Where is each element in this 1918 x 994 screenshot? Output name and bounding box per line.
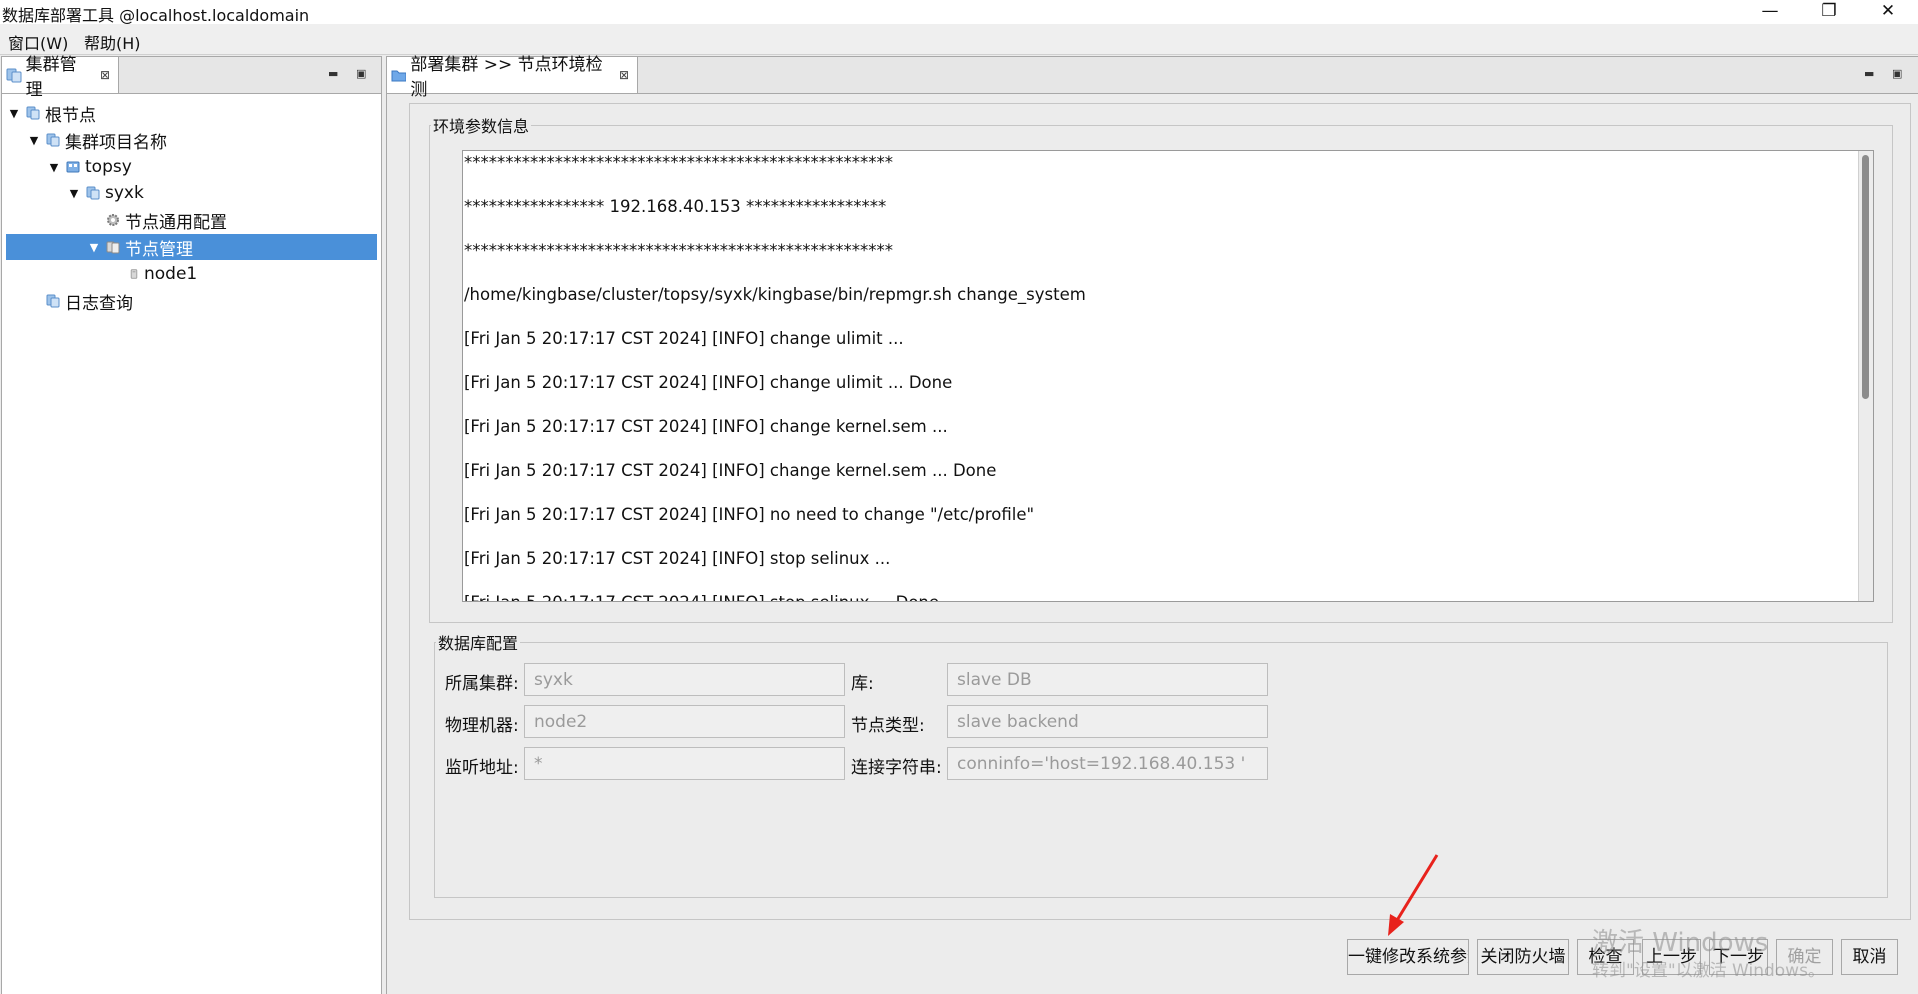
maximize-view-icon[interactable]: ▣	[1892, 67, 1902, 80]
log-line: ***************** 192.168.40.153 *******…	[464, 197, 887, 216]
node-type-label: 节点类型:	[851, 716, 925, 736]
cluster-icon	[46, 294, 60, 308]
log-line: ****************************************…	[464, 153, 893, 172]
tree-item-label: node1	[144, 264, 198, 284]
maximize-view-icon[interactable]: ▣	[356, 67, 366, 80]
listen-address-field[interactable]	[524, 747, 845, 780]
tab-cluster-management[interactable]: 集群管理 ⊠	[2, 55, 119, 100]
window-title-bar: 数据库部署工具 @localhost.localdomain — ❐ ✕	[0, 0, 1918, 25]
menu-help[interactable]: 帮助(H)	[84, 30, 141, 54]
cluster-icon	[26, 106, 40, 120]
right-tab-strip: 部署集群 >> 节点环境检测 ⊠ ▬ ▣	[387, 55, 1918, 100]
tree-item-common-config[interactable]: 节点通用配置	[6, 207, 377, 233]
expand-arrow-icon[interactable]: ▼	[26, 134, 42, 147]
cluster-icon	[6, 68, 22, 83]
env-log-textarea[interactable]: ****************************************…	[462, 150, 1874, 602]
tree-item-label: 节点通用配置	[125, 212, 227, 233]
tree-item-log-query[interactable]: 日志查询	[6, 288, 377, 314]
project-icon	[66, 161, 80, 173]
close-window-button[interactable]: ✕	[1868, 0, 1908, 24]
left-tab-strip: 集群管理 ⊠ ▬ ▣	[2, 55, 381, 100]
expand-arrow-icon[interactable]: ▼	[86, 241, 102, 254]
tree-item-label: 节点管理	[125, 239, 193, 260]
tree-item-label: syxk	[105, 183, 144, 203]
log-line: [Fri Jan 5 20:17:17 CST 2024] [INFO] cha…	[464, 329, 904, 348]
log-line: [Fri Jan 5 20:17:17 CST 2024] [INFO] sto…	[464, 549, 891, 568]
conn-string-field[interactable]	[947, 747, 1268, 780]
tree-item-label: 集群项目名称	[65, 132, 167, 153]
nodes-icon	[106, 241, 120, 254]
conn-string-label: 连接字符串:	[851, 758, 942, 778]
restore-button[interactable]: ❐	[1809, 0, 1849, 24]
minimize-view-icon[interactable]: ▬	[328, 67, 338, 80]
env-params-legend: 环境参数信息	[433, 117, 530, 136]
close-firewall-button[interactable]: 关闭防火墙	[1477, 939, 1569, 975]
log-line: /home/kingbase/cluster/topsy/syxk/kingba…	[464, 285, 1086, 304]
red-arrow-annotation	[1388, 854, 1439, 936]
minimize-button[interactable]: —	[1750, 0, 1790, 24]
cluster-tree: ▼ 根节点 ▼ 集群项目名称 ▼ topsy ▼ syxk 节点通用配置 ▼ 节…	[2, 94, 381, 994]
modify-system-params-button[interactable]: 一键修改系统参数	[1347, 939, 1469, 975]
db-config-legend: 数据库配置	[438, 634, 519, 653]
tree-item-syxk[interactable]: ▼ syxk	[6, 180, 377, 206]
folder-icon	[391, 70, 407, 82]
expand-arrow-icon[interactable]: ▼	[46, 161, 62, 174]
minimize-view-icon[interactable]: ▬	[1864, 67, 1874, 80]
tree-item-topsy[interactable]: ▼ topsy	[6, 154, 377, 180]
close-tab-icon[interactable]: ⊠	[100, 68, 110, 82]
tree-item-project[interactable]: ▼ 集群项目名称	[6, 127, 377, 153]
log-scrollbar[interactable]	[1858, 151, 1873, 601]
cluster-icon	[46, 133, 60, 147]
tab-label: 部署集群 >> 节点环境检测	[410, 55, 603, 100]
log-line: ****************************************…	[464, 241, 893, 260]
confirm-button[interactable]: 确定	[1776, 939, 1833, 975]
tree-item-node-management[interactable]: ▼ 节点管理	[6, 234, 377, 260]
tree-item-label: topsy	[85, 157, 132, 177]
machine-label: 物理机器:	[445, 716, 519, 736]
log-scrollbar-thumb[interactable]	[1862, 155, 1869, 399]
node-type-field[interactable]	[947, 705, 1268, 738]
log-line: [Fri Jan 5 20:17:17 CST 2024] [INFO] sto…	[464, 593, 939, 601]
cancel-button[interactable]: 取消	[1841, 939, 1898, 975]
machine-field[interactable]	[524, 705, 845, 738]
tree-item-root[interactable]: ▼ 根节点	[6, 100, 377, 126]
close-tab-icon[interactable]: ⊠	[619, 68, 629, 82]
cluster-field[interactable]	[524, 663, 845, 696]
tab-label: 集群管理	[25, 55, 77, 100]
db-label: 库:	[851, 674, 874, 694]
gear-icon	[107, 214, 119, 226]
log-line: [Fri Jan 5 20:17:17 CST 2024] [INFO] cha…	[464, 461, 997, 480]
cluster-management-panel: 集群管理 ⊠ ▬ ▣ ▼ 根节点 ▼ 集群项目名称 ▼ topsy ▼ syxk…	[1, 55, 382, 994]
tab-node-env-check[interactable]: 部署集群 >> 节点环境检测 ⊠	[387, 55, 638, 100]
log-line: [Fri Jan 5 20:17:17 CST 2024] [INFO] cha…	[464, 373, 953, 392]
log-line: [Fri Jan 5 20:17:17 CST 2024] [INFO] no …	[464, 505, 1035, 524]
prev-step-button[interactable]: 上一步	[1642, 939, 1701, 975]
menu-bar: 窗口(W) 帮助(H)	[0, 24, 1918, 55]
window-title: 数据库部署工具 @localhost.localdomain	[2, 6, 310, 25]
expand-arrow-icon[interactable]: ▼	[6, 107, 22, 120]
cluster-label: 所属集群:	[445, 674, 519, 694]
log-line: [Fri Jan 5 20:17:17 CST 2024] [INFO] cha…	[464, 417, 948, 436]
db-field[interactable]	[947, 663, 1268, 696]
node-icon	[130, 269, 138, 279]
cluster-icon	[86, 186, 100, 200]
next-step-button[interactable]: 下一步	[1709, 939, 1768, 975]
tree-item-node1[interactable]: node1	[6, 261, 377, 287]
tree-item-label: 日志查询	[65, 293, 133, 314]
listen-address-label: 监听地址:	[445, 758, 519, 778]
expand-arrow-icon[interactable]: ▼	[66, 187, 82, 200]
check-button[interactable]: 检查	[1577, 939, 1634, 975]
tree-item-label: 根节点	[45, 105, 96, 126]
